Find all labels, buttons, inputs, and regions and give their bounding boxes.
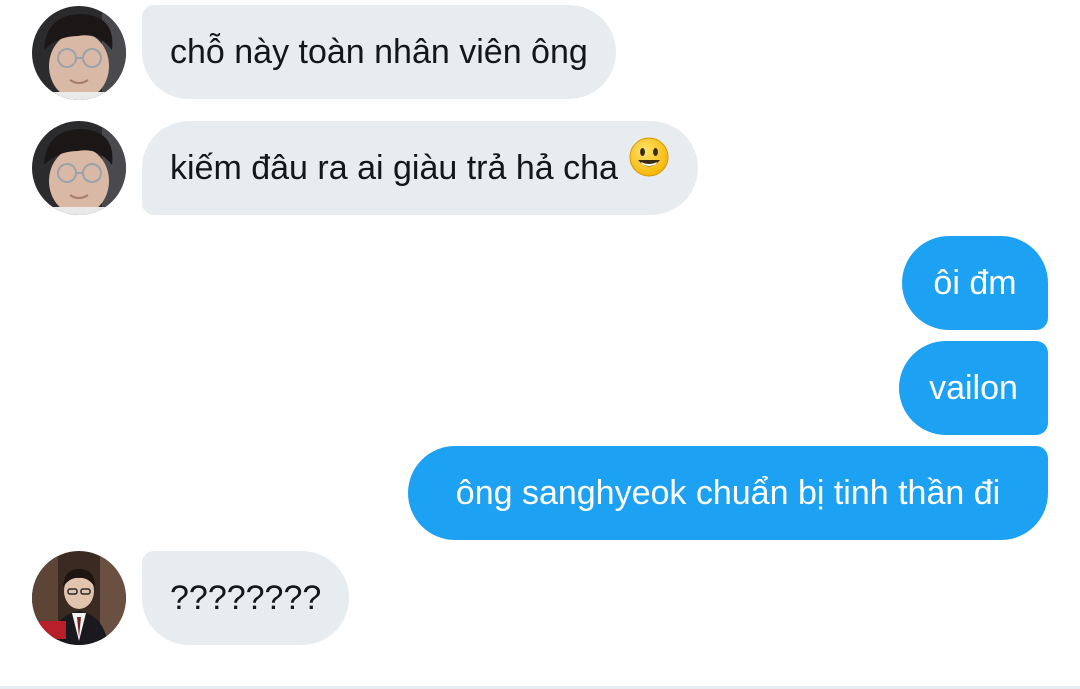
message-text: kiếm đâu ra ai giàu trả hả cha	[170, 149, 618, 187]
avatar[interactable]	[32, 121, 126, 215]
message-bubble[interactable]: vailon	[899, 341, 1048, 435]
avatar-image	[32, 121, 126, 215]
message-text: ôi đm	[933, 264, 1017, 302]
message-bubble[interactable]: ông sanghyeok chuẩn bị tinh thần đi	[408, 446, 1048, 540]
message-bubble[interactable]: ôi đm	[902, 236, 1048, 330]
message-thread: chỗ này toàn nhân viên ông kiếm đâu ra a…	[0, 0, 1080, 689]
avatar-image	[32, 551, 126, 645]
message-text: vailon	[929, 369, 1018, 407]
message-text: ????????	[170, 579, 322, 617]
message-text: chỗ này toàn nhân viên ông	[170, 33, 588, 71]
message-bubble[interactable]: ????????	[142, 551, 350, 645]
message-text: ông sanghyeok chuẩn bị tinh thần đi	[455, 474, 1001, 512]
message-bubble[interactable]: chỗ này toàn nhân viên ông	[142, 5, 616, 99]
avatar[interactable]	[32, 6, 126, 100]
avatar-image	[32, 6, 126, 100]
avatar[interactable]	[32, 551, 126, 645]
smiley-face-icon	[628, 120, 670, 214]
message-bubble[interactable]: kiếm đâu ra ai giàu trả hả cha	[142, 121, 698, 215]
